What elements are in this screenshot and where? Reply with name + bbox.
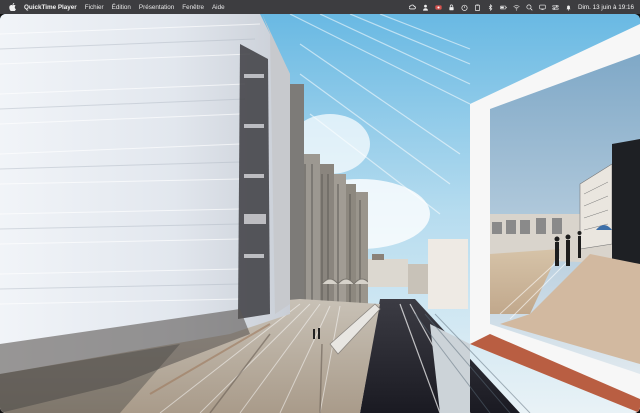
apple-menu-icon[interactable] [8, 3, 16, 12]
clipboard-icon[interactable] [474, 4, 481, 11]
control-center-icon[interactable] [552, 4, 559, 11]
wifi-icon[interactable] [513, 4, 520, 11]
menu-presentation[interactable]: Présentation [139, 4, 174, 11]
spotlight-search-icon[interactable] [526, 3, 533, 11]
menu-fichier[interactable]: Fichier [85, 4, 104, 11]
menu-bar-clock[interactable]: Dim. 13 juin à 19:16 [578, 4, 634, 11]
desktop-photo-area [0, 14, 640, 413]
display-icon[interactable] [539, 4, 546, 11]
apple-logo-icon [8, 3, 16, 11]
timer-icon[interactable] [461, 4, 468, 11]
recorder-icon[interactable] [435, 4, 442, 11]
menu-aide[interactable]: Aide [212, 4, 225, 11]
menu-bar-right: Dim. 13 juin à 19:16 [408, 3, 640, 11]
battery-icon[interactable] [500, 4, 507, 11]
distorted-photo [0, 14, 640, 413]
creative-cloud-icon[interactable] [408, 4, 416, 11]
screen: QuickTime Player Fichier Édition Présent… [0, 0, 640, 413]
menu-fenetre[interactable]: Fenêtre [182, 4, 204, 11]
lock-icon[interactable] [448, 4, 455, 11]
notification-icon[interactable] [565, 4, 572, 11]
menu-bar: QuickTime Player Fichier Édition Présent… [0, 0, 640, 14]
user-icon[interactable] [422, 4, 429, 11]
menu-bar-left: QuickTime Player Fichier Édition Présent… [0, 3, 225, 12]
app-menu-quicktime[interactable]: QuickTime Player [24, 4, 77, 11]
bluetooth-icon[interactable] [487, 3, 494, 11]
menu-edition[interactable]: Édition [112, 4, 131, 11]
